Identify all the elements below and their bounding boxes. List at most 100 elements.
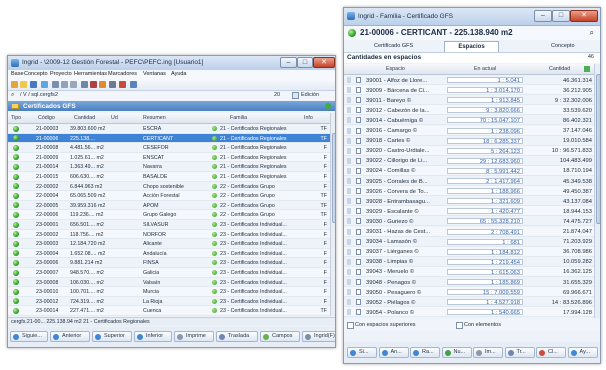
- menu-item[interactable]: Marcadores: [108, 71, 137, 77]
- table-row[interactable]: 39018 - Cartes © 18 : 6.285.337 19.010.584: [344, 136, 594, 146]
- table-row[interactable]: 39028 - Entrambasagu... 1 : 321.609 43.137…: [344, 196, 594, 207]
- tab-concepto[interactable]: Concepto: [551, 43, 575, 49]
- table-row[interactable]: 23-00007 948.570.... m2 Galicia 23 - Certif…: [8, 268, 330, 278]
- grid2-icon[interactable]: [61, 81, 68, 88]
- print-button[interactable]: Im...: [473, 347, 503, 358]
- table-row[interactable]: 39052 - Piélagos © 1 : 4.527.918 14 : 83.5…: [344, 297, 594, 308]
- table-row[interactable]: 39037 - Liérganes © 1 : 184.812 36.708.986: [344, 246, 594, 257]
- table-row[interactable]: 21-00014 1.363.49... m2 Navarra 21 - Certif…: [8, 162, 330, 172]
- table-row[interactable]: 22-00004 65.065.509 m2 Acción Forestal 22 -…: [8, 191, 330, 201]
- col-cantidad[interactable]: Cantidad: [74, 115, 95, 121]
- menu-item[interactable]: Concepto: [24, 71, 48, 77]
- col-espacio[interactable]: Espacio: [386, 66, 405, 72]
- table-row[interactable]: 39031 - Hazas de Cest... 2 : 708.491 21.87…: [344, 226, 594, 237]
- vertical-scrollbar[interactable]: [330, 113, 335, 316]
- table-row[interactable]: 23-00006 9.881.214 m2 FINSA 23 - Certificad…: [8, 258, 330, 268]
- col-info[interactable]: Info: [304, 115, 313, 121]
- maximize-button[interactable]: □: [297, 57, 313, 68]
- table-row[interactable]: 39043 - Meruelo © 1 : 615.063 16.362.125: [344, 266, 594, 277]
- next-button[interactable]: Si...: [347, 347, 377, 358]
- table-row[interactable]: 22-00002 6.844.963 m2 Chopo sostenible 22 -…: [8, 182, 330, 192]
- previous-button[interactable]: An...: [378, 347, 409, 358]
- main-window-titlebar[interactable]: Ingrid - \2009-12 Gestión Forestal - PEF…: [8, 56, 335, 71]
- minimize-button[interactable]: –: [534, 10, 552, 22]
- next-button[interactable]: Siguie...: [10, 331, 48, 342]
- save-icon[interactable]: [30, 81, 37, 88]
- print-button[interactable]: Imprime: [174, 331, 214, 342]
- top-button[interactable]: Ra...: [410, 347, 440, 358]
- menu-item[interactable]: Ventanas: [143, 71, 166, 77]
- table-row[interactable]: 23-00010 100.701.... m2 Murcia 23 - Certifi…: [8, 287, 330, 297]
- table-row[interactable]: 39029 - Escalante © 1 : 420.477 18.944.153: [344, 206, 594, 217]
- bottom-button[interactable]: Inferior: [134, 331, 172, 342]
- table-row[interactable]: 21-00008 4.481.56... m2 CESEFOR 21 - Certif…: [8, 143, 330, 153]
- table-row[interactable]: 23-00004 1.652.08.... m2 Andalucía 23 - Cer…: [8, 248, 330, 259]
- col-resumen[interactable]: Resumen: [143, 115, 166, 121]
- menu-item[interactable]: Herramientas: [74, 71, 107, 77]
- ingrid-button[interactable]: Ingrid(F): [302, 331, 335, 342]
- table-row[interactable]: 39020 - Castro-Urdiale... 5 : 264.123 10 :…: [344, 145, 594, 156]
- table-row[interactable]: 39001 - Alfoz de Llore... 1 : 5.041 46.361…: [344, 75, 594, 86]
- col-en-actual[interactable]: En actual: [474, 66, 496, 72]
- table-row[interactable]: 23-00002 118.756.... m2 NORFOR 23 - Certifi…: [8, 229, 330, 240]
- window-icon[interactable]: [130, 81, 137, 88]
- table-row[interactable]: 21-00009 1.025.61... m2 ENSCAT 21 - Certifi…: [8, 152, 330, 163]
- close-button[interactable]: ✕: [313, 57, 335, 68]
- table-row[interactable]: 39054 - Polanco © 1 : 540.665 17.994.128: [344, 307, 594, 318]
- table-row[interactable]: 39030 - Guriezo © 65 : 55.328.210 74.475.7…: [344, 216, 594, 227]
- vertical-scrollbar[interactable]: [594, 64, 600, 318]
- cut-icon[interactable]: [90, 81, 97, 88]
- export-icon[interactable]: [584, 66, 590, 72]
- table-icon[interactable]: [81, 81, 88, 88]
- table-row[interactable]: 22-00006 119.236.... m2 Grupo Galego 22 - C…: [8, 210, 330, 220]
- table-row[interactable]: 39025 - Corrales de B... 2 : 1.417.964 45.…: [344, 176, 594, 187]
- table-row[interactable]: 39048 - Penagos © 1 : 185.869 31.655.329: [344, 277, 594, 288]
- table-row[interactable]: 39024 - Comillas © 8 : 5.991.442 18.710.19…: [344, 165, 594, 176]
- table-row[interactable]: 23-00001 656.501.... m2 SILVASUR 23 - Certi…: [8, 220, 330, 230]
- move-button[interactable]: Traslada: [216, 331, 258, 342]
- move-button[interactable]: Tr...: [504, 347, 535, 358]
- table-row[interactable]: 39012 - Cabezón de la... 9 : 3.820.666 33.…: [344, 105, 594, 116]
- help-button[interactable]: Ay...: [567, 347, 598, 358]
- minimize-button[interactable]: –: [280, 57, 297, 68]
- table-row[interactable]: 21-00015 606.630.... m2 BASALDE 21 - Certif…: [8, 172, 330, 182]
- table-row[interactable]: 22-00005 39.959.316 m2 APOM 22 - Certificad…: [8, 201, 330, 211]
- search-icon[interactable]: ⌕: [590, 28, 594, 38]
- binoculars-icon[interactable]: ⌕: [11, 92, 14, 99]
- scroll-thumb[interactable]: [332, 133, 335, 223]
- settings-icon[interactable]: [109, 81, 116, 88]
- close-doc-icon[interactable]: [119, 81, 126, 88]
- table-row[interactable]: 39034 - Lamasón © 1 : 681 71.203.929: [344, 237, 594, 247]
- menu-item[interactable]: Base: [11, 71, 24, 77]
- table-row[interactable]: 39026 - Corvera de To... 1 : 188.966 49.45…: [344, 186, 594, 197]
- top-button[interactable]: Superior: [92, 331, 132, 342]
- table-row[interactable]: 23-00014 227.471.... m2 Cuenca 23 - Certifi…: [8, 306, 330, 316]
- print-icon[interactable]: [70, 81, 77, 88]
- table-row[interactable]: 39009 - Bárcena de Ci... 1 : 3.014.170 36.…: [344, 85, 594, 96]
- maximize-button[interactable]: □: [552, 10, 570, 22]
- table-row[interactable]: 39016 - Camargo © 1 : 238.096 37.147.046: [344, 125, 594, 136]
- table-row[interactable]: 23-00012 724.319.... m2 La Rioja 23 - Certi…: [8, 297, 330, 307]
- elements-checkbox[interactable]: [456, 322, 463, 329]
- table-row[interactable]: 39014 - Cabuérniga © 70 : 15.047.107 86.40…: [344, 115, 594, 126]
- table-row[interactable]: 39011 - Bareyo © 1 : 913.845 9 : 32.302.00…: [344, 95, 594, 106]
- edit-mode-checkbox[interactable]: [292, 92, 299, 99]
- fields-button[interactable]: Campos: [260, 331, 300, 342]
- tab-espacios[interactable]: Espacios: [444, 41, 499, 52]
- table-row[interactable]: 21-00003 39.803.600 m2 ESCRA 21 - Certifica…: [8, 124, 330, 134]
- table-row[interactable]: 23-00003 12.184.720 m2 Alicante 23 - Certif…: [8, 239, 330, 249]
- table-row[interactable]: 39022 - Cillorigo de Li... 29 : 12.683.96…: [344, 156, 594, 166]
- open-icon[interactable]: [20, 81, 27, 88]
- new-button[interactable]: Nu...: [441, 347, 472, 358]
- menu-item[interactable]: Proyecto: [50, 71, 72, 77]
- refresh-icon[interactable]: [41, 81, 48, 88]
- col-tipo[interactable]: Tipo: [11, 115, 21, 121]
- menu-item[interactable]: Ayuda: [171, 71, 187, 77]
- previous-button[interactable]: Anterior: [50, 331, 90, 342]
- family-window-titlebar[interactable]: Ingrid - Familia - Certificado GFS – □ ✕: [344, 8, 600, 26]
- tab-certificado[interactable]: Certificado GFS: [374, 43, 413, 49]
- close-button[interactable]: ✕: [570, 10, 598, 22]
- table-row[interactable]: 23-00008 106.030.... m2 Valsaín 23 - Certif…: [8, 278, 330, 288]
- table-row[interactable]: 39050 - Pesaguero © 15 : 7.009.559 69.966.…: [344, 287, 594, 298]
- scroll-thumb[interactable]: [596, 74, 600, 224]
